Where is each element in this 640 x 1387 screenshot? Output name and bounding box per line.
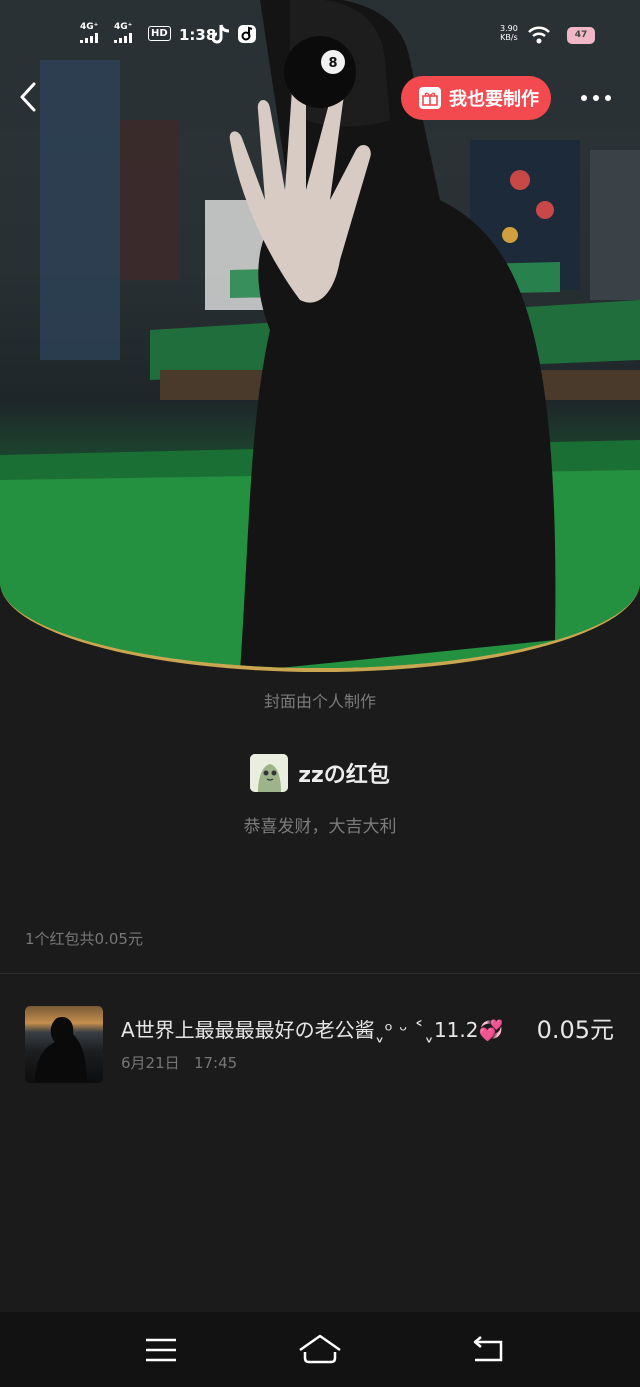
battery-level: 47 xyxy=(574,30,588,40)
return-icon xyxy=(473,1336,503,1362)
list-item[interactable]: A世界上最最最最好の老公酱ˬᵒ ᵕ ˂ˬ11.2💞 0.05元 6月21日 17… xyxy=(0,1006,640,1084)
recipient-name-text: A世界上最最最最好の老公酱ˬᵒ ᵕ ˂ˬ11.2 xyxy=(121,1018,479,1042)
status-bar: 4G⁺ 4G⁺ HD 1:38 3.90 KB/s 47 xyxy=(0,0,640,70)
hd-voice-icon: HD xyxy=(148,26,171,41)
wifi-icon xyxy=(528,26,550,44)
network-type-sim1: 4G⁺ xyxy=(80,22,99,32)
tiktok-icon xyxy=(212,24,230,44)
packet-wish: 恭喜发财，大吉大利 xyxy=(243,817,397,837)
music-app-icon xyxy=(238,25,256,43)
recipient-amount: 0.05元 xyxy=(536,1016,614,1044)
make-my-own-label: 我也要制作 xyxy=(449,89,539,110)
cover-credit: 封面由个人制作 xyxy=(263,692,376,711)
more-dots-icon xyxy=(581,95,587,101)
network-speed: 3.90 KB/s xyxy=(500,24,518,42)
received-time: 17:45 xyxy=(193,1054,238,1072)
clock: 1:38 xyxy=(179,26,217,44)
battery-icon: 47 xyxy=(567,27,595,44)
packet-summary: 1个红包共0.05元 xyxy=(25,930,143,948)
signal-sim2: 4G⁺ xyxy=(114,22,132,43)
divider xyxy=(0,973,640,974)
network-type-sim2: 4G⁺ xyxy=(114,22,133,32)
packet-header: zzの红包 xyxy=(0,754,640,792)
network-speed-unit: KB/s xyxy=(500,33,518,42)
signal-sim1: 4G⁺ xyxy=(80,22,98,43)
menu-icon xyxy=(146,1338,176,1362)
back-nav-button[interactable] xyxy=(463,1332,513,1368)
heart-emoji: 💞 xyxy=(478,1018,504,1042)
network-speed-value: 3.90 xyxy=(500,24,518,33)
system-navigation-bar xyxy=(0,1312,640,1387)
recipient-name: A世界上最最最最好の老公酱ˬᵒ ᵕ ˂ˬ11.2💞 xyxy=(121,1014,503,1043)
menu-button[interactable] xyxy=(136,1332,186,1368)
more-options-button[interactable] xyxy=(576,86,616,110)
gift-icon xyxy=(419,87,441,109)
make-my-own-button[interactable]: 我也要制作 xyxy=(401,76,551,120)
received-date: 6月21日 xyxy=(121,1054,180,1072)
packet-title: zzの红包 xyxy=(298,763,390,788)
recipient-avatar[interactable] xyxy=(25,1006,103,1083)
home-button[interactable] xyxy=(295,1332,345,1368)
received-timestamp: 6月21日 17:45 xyxy=(121,1052,237,1073)
sender-avatar[interactable] xyxy=(250,754,289,792)
home-icon xyxy=(299,1334,341,1364)
chevron-left-icon xyxy=(20,82,36,112)
back-button[interactable] xyxy=(14,80,44,114)
